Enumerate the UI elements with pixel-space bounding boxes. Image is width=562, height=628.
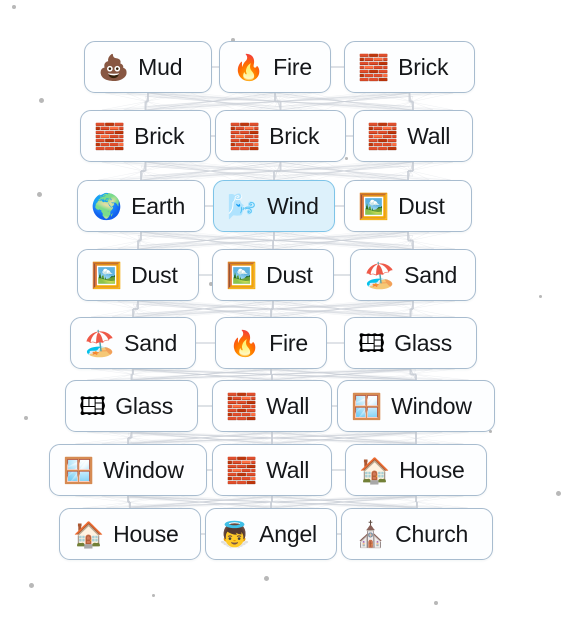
sand-icon: 🏖️: [84, 328, 116, 358]
craft-node-label: Brick: [398, 53, 449, 80]
brick-icon: 🧱: [358, 52, 390, 82]
craft-node-label: Window: [103, 456, 184, 483]
craft-node-label: Wall: [407, 122, 451, 149]
house-icon: 🏠: [73, 519, 105, 549]
craft-node-label: Wall: [266, 392, 310, 419]
craft-node-label: Angel: [259, 520, 317, 547]
craft-node-label: Window: [391, 392, 472, 419]
window-icon: 🪟: [63, 455, 95, 485]
craft-node-fire[interactable]: 🔥 Fire: [215, 317, 327, 369]
craft-node-label: Fire: [269, 329, 308, 356]
glass-icon: 🖽️: [79, 391, 107, 421]
craft-node-label: Sand: [124, 329, 178, 356]
brick-icon: 🧱: [367, 121, 399, 151]
craft-node-angel[interactable]: 👼 Angel: [205, 508, 337, 560]
craft-node-sand[interactable]: 🏖️ Sand: [350, 249, 476, 301]
craft-node-dust[interactable]: 🖼️ Dust: [77, 249, 199, 301]
craft-node-label: Dust: [398, 192, 445, 219]
craft-node-wall[interactable]: 🧱 Wall: [212, 380, 332, 432]
craft-node-window[interactable]: 🪟 Window: [49, 444, 207, 496]
craft-node-mud[interactable]: 💩 Mud: [84, 41, 212, 93]
craft-node-label: Brick: [134, 122, 185, 149]
craft-node-label: House: [399, 456, 465, 483]
brick-icon: 🧱: [94, 121, 126, 151]
craft-node-house[interactable]: 🏠 House: [345, 444, 487, 496]
brick-icon: 🧱: [226, 455, 258, 485]
craft-node-earth[interactable]: 🌍 Earth: [77, 180, 205, 232]
craft-node-label: Glass: [394, 329, 452, 356]
craft-node-brick[interactable]: 🧱 Brick: [215, 110, 346, 162]
fire-icon: 🔥: [233, 52, 265, 82]
craft-node-church[interactable]: ⛪ Church: [341, 508, 493, 560]
craft-node-house[interactable]: 🏠 House: [59, 508, 201, 560]
craft-node-dust[interactable]: 🖼️ Dust: [344, 180, 472, 232]
house-icon: 🏠: [359, 455, 391, 485]
craft-node-wall[interactable]: 🧱 Wall: [212, 444, 332, 496]
church-icon: ⛪: [355, 519, 387, 549]
craft-node-brick[interactable]: 🧱 Brick: [344, 41, 475, 93]
brick-icon: 🧱: [229, 121, 261, 151]
sand-icon: 🏖️: [364, 260, 396, 290]
craft-node-label: Wind: [267, 192, 319, 219]
craft-node-label: Fire: [273, 53, 312, 80]
craft-node-label: Mud: [138, 53, 183, 80]
fire-icon: 🔥: [229, 328, 261, 358]
craft-nodes-layer: 💩 Mud 🔥 Fire 🧱 Brick 🧱 Brick 🧱 Brick 🧱 Wall 🌍 Earth 🌬️…: [0, 0, 562, 628]
dust-icon: 🖼️: [226, 260, 258, 290]
dust-icon: 🖼️: [358, 191, 390, 221]
brick-icon: 🧱: [226, 391, 258, 421]
craft-node-glass[interactable]: 🖽️ Glass: [344, 317, 477, 369]
craft-node-wind[interactable]: 🌬️ Wind: [213, 180, 335, 232]
craft-node-fire[interactable]: 🔥 Fire: [219, 41, 331, 93]
wind-icon: 🌬️: [227, 191, 259, 221]
craft-node-label: Brick: [269, 122, 320, 149]
craft-node-label: Sand: [404, 261, 458, 288]
craft-node-glass[interactable]: 🖽️ Glass: [65, 380, 198, 432]
craft-node-label: House: [113, 520, 179, 547]
poop-icon: 💩: [98, 52, 130, 82]
earth-icon: 🌍: [91, 191, 123, 221]
craft-node-brick[interactable]: 🧱 Brick: [80, 110, 211, 162]
craft-node-window[interactable]: 🪟 Window: [337, 380, 495, 432]
craft-node-dust[interactable]: 🖼️ Dust: [212, 249, 334, 301]
angel-icon: 👼: [219, 519, 251, 549]
craft-node-label: Wall: [266, 456, 310, 483]
craft-node-wall[interactable]: 🧱 Wall: [353, 110, 473, 162]
craft-node-sand[interactable]: 🏖️ Sand: [70, 317, 196, 369]
craft-node-label: Dust: [131, 261, 178, 288]
window-icon: 🪟: [351, 391, 383, 421]
craft-node-label: Dust: [266, 261, 313, 288]
craft-tree-canvas[interactable]: 💩 Mud 🔥 Fire 🧱 Brick 🧱 Brick 🧱 Brick 🧱 Wall 🌍 Earth 🌬️…: [0, 0, 562, 628]
dust-icon: 🖼️: [91, 260, 123, 290]
craft-node-label: Glass: [115, 392, 173, 419]
craft-node-label: Earth: [131, 192, 186, 219]
glass-icon: 🖽️: [358, 328, 386, 358]
craft-node-label: Church: [395, 520, 469, 547]
